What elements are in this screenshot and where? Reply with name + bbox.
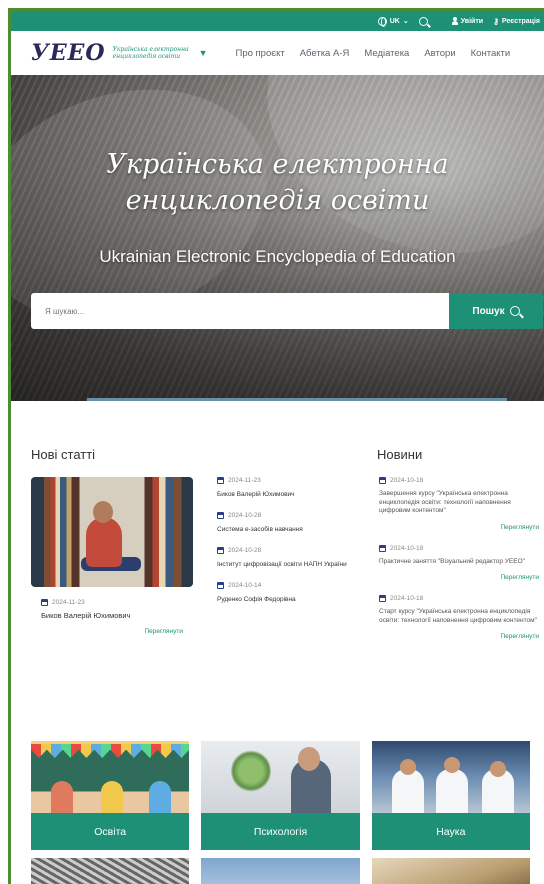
list-item[interactable]: 2024-10-28 Інститут цифровізації освіти …: [217, 547, 365, 569]
list-item[interactable]: 2024-10-14 Руденко Софія Федорівна: [217, 582, 365, 604]
category-image: [371, 741, 530, 813]
view-link[interactable]: Переглянути: [379, 633, 539, 640]
new-articles-heading: Нові статті: [31, 447, 96, 462]
login-link[interactable]: Увійти: [451, 17, 484, 25]
utility-bar: UK ⌄ Увійти ⚷ Реєстрація: [11, 11, 544, 31]
category-label: Психологія: [201, 813, 360, 850]
view-link[interactable]: Переглянути: [31, 628, 183, 635]
category-label: Наука: [371, 813, 530, 850]
hero-search: Пошук: [31, 293, 543, 329]
hero-banner: Українська електронна енциклопедія освіт…: [11, 75, 544, 401]
search-icon[interactable]: [418, 16, 428, 26]
news-heading: Новини: [377, 447, 423, 462]
category-tile[interactable]: [371, 858, 530, 884]
list-item[interactable]: 2024-11-23 Биков Валерій Юхимович: [217, 477, 365, 499]
nav-item-authors[interactable]: Автори: [424, 48, 455, 59]
language-selector[interactable]: UK ⌄: [377, 16, 409, 27]
site-logo[interactable]: УЕЕО Українська електронна енциклопедія …: [29, 40, 208, 66]
search-button[interactable]: Пошук: [449, 293, 543, 329]
calendar-icon: [217, 512, 224, 519]
category-education[interactable]: Освіта: [31, 741, 190, 850]
register-link[interactable]: ⚷ Реєстрація: [493, 17, 540, 26]
view-link[interactable]: Переглянути: [379, 524, 539, 531]
news-title[interactable]: Завершення курсу "Українська електронна …: [379, 490, 539, 516]
article-title[interactable]: Руденко Софія Федорівна: [217, 595, 365, 604]
calendar-icon: [379, 595, 386, 602]
nav-item-about[interactable]: Про проєкт: [235, 48, 284, 59]
register-label: Реєстрація: [501, 17, 540, 25]
news-item[interactable]: 2024-10-18 Завершення курсу "Українська …: [379, 477, 539, 531]
category-tile[interactable]: [201, 858, 360, 884]
calendar-icon: [379, 477, 386, 484]
hero-title: Українська електронна енциклопедія освіт…: [106, 149, 449, 216]
category-image: [201, 858, 360, 884]
list-item[interactable]: 2024-10-28 Система е-засобів навчання: [217, 512, 365, 534]
nav-menu: Про проєкт Абетка А-Я Медіатека Автори К…: [235, 48, 510, 59]
news-title[interactable]: Старт курсу "Українська електронна енцик…: [379, 608, 539, 625]
featured-article-image: [31, 477, 193, 587]
logo-subtitle: Українська електронна енциклопедія освіт…: [112, 46, 189, 60]
language-label: UK: [389, 17, 400, 25]
nav-item-contacts[interactable]: Контакти: [471, 48, 511, 59]
category-label: Освіта: [31, 813, 190, 850]
view-link[interactable]: Переглянути: [379, 574, 539, 581]
nav-item-media[interactable]: Медіатека: [364, 48, 409, 59]
article-title[interactable]: Биков Валерій Юхимович: [41, 611, 195, 620]
article-list: 2024-11-23 Биков Валерій Юхимович 2024-1…: [217, 477, 365, 617]
calendar-icon: [217, 477, 224, 484]
key-icon: ⚷: [493, 16, 499, 26]
category-tiles: Освіта Психологія Наука: [11, 741, 544, 850]
news-item[interactable]: 2024-10-18 Старт курсу "Українська елект…: [379, 595, 539, 640]
logo-wordmark: УЕЕО: [29, 40, 108, 66]
search-input[interactable]: [31, 293, 449, 329]
news-item[interactable]: 2024-10-18 Практичне заняття "Візуальний…: [379, 544, 539, 581]
article-date: 2024-11-23: [41, 599, 195, 606]
category-science[interactable]: Наука: [371, 741, 530, 850]
category-image: [371, 858, 530, 884]
category-image: [31, 741, 190, 813]
chevron-down-icon: ⌄: [402, 18, 409, 25]
globe-icon: [377, 16, 387, 27]
article-title[interactable]: Система е-засобів навчання: [217, 525, 365, 534]
caret-down-icon[interactable]: ▼: [198, 48, 208, 58]
calendar-icon: [217, 547, 224, 554]
main-nav: УЕЕО Українська електронна енциклопедія …: [11, 31, 544, 75]
category-psychology[interactable]: Психологія: [201, 741, 360, 850]
hero-subtitle: Ukrainian Electronic Encyclopedia of Edu…: [99, 247, 456, 266]
category-tile[interactable]: [31, 858, 190, 884]
category-image: [31, 858, 190, 884]
user-icon: [451, 17, 458, 25]
article-title[interactable]: Інститут цифровізації освіти НАПН Україн…: [217, 560, 365, 569]
calendar-icon: [217, 582, 224, 589]
login-label: Увійти: [460, 17, 484, 25]
calendar-icon: [379, 544, 386, 552]
category-image: [201, 741, 360, 813]
featured-article[interactable]: 2024-11-23 Биков Валерій Юхимович Перегл…: [31, 477, 195, 672]
category-tiles-row2: [11, 850, 544, 884]
article-title[interactable]: Биков Валерій Юхимович: [217, 490, 365, 499]
content-section: Нові статті Новини 2024-11-23 Биков Вале…: [11, 401, 544, 741]
search-icon: [509, 306, 520, 316]
nav-item-alphabet[interactable]: Абетка А-Я: [300, 48, 350, 59]
calendar-icon: [41, 599, 48, 606]
news-title[interactable]: Практичне заняття "Візуальний редактор У…: [379, 558, 539, 567]
news-list: 2024-10-18 Завершення курсу "Українська …: [379, 477, 539, 654]
search-button-label: Пошук: [472, 305, 505, 317]
page-frame: UK ⌄ Увійти ⚷ Реєстрація УЕЕО Українська…: [8, 8, 544, 884]
